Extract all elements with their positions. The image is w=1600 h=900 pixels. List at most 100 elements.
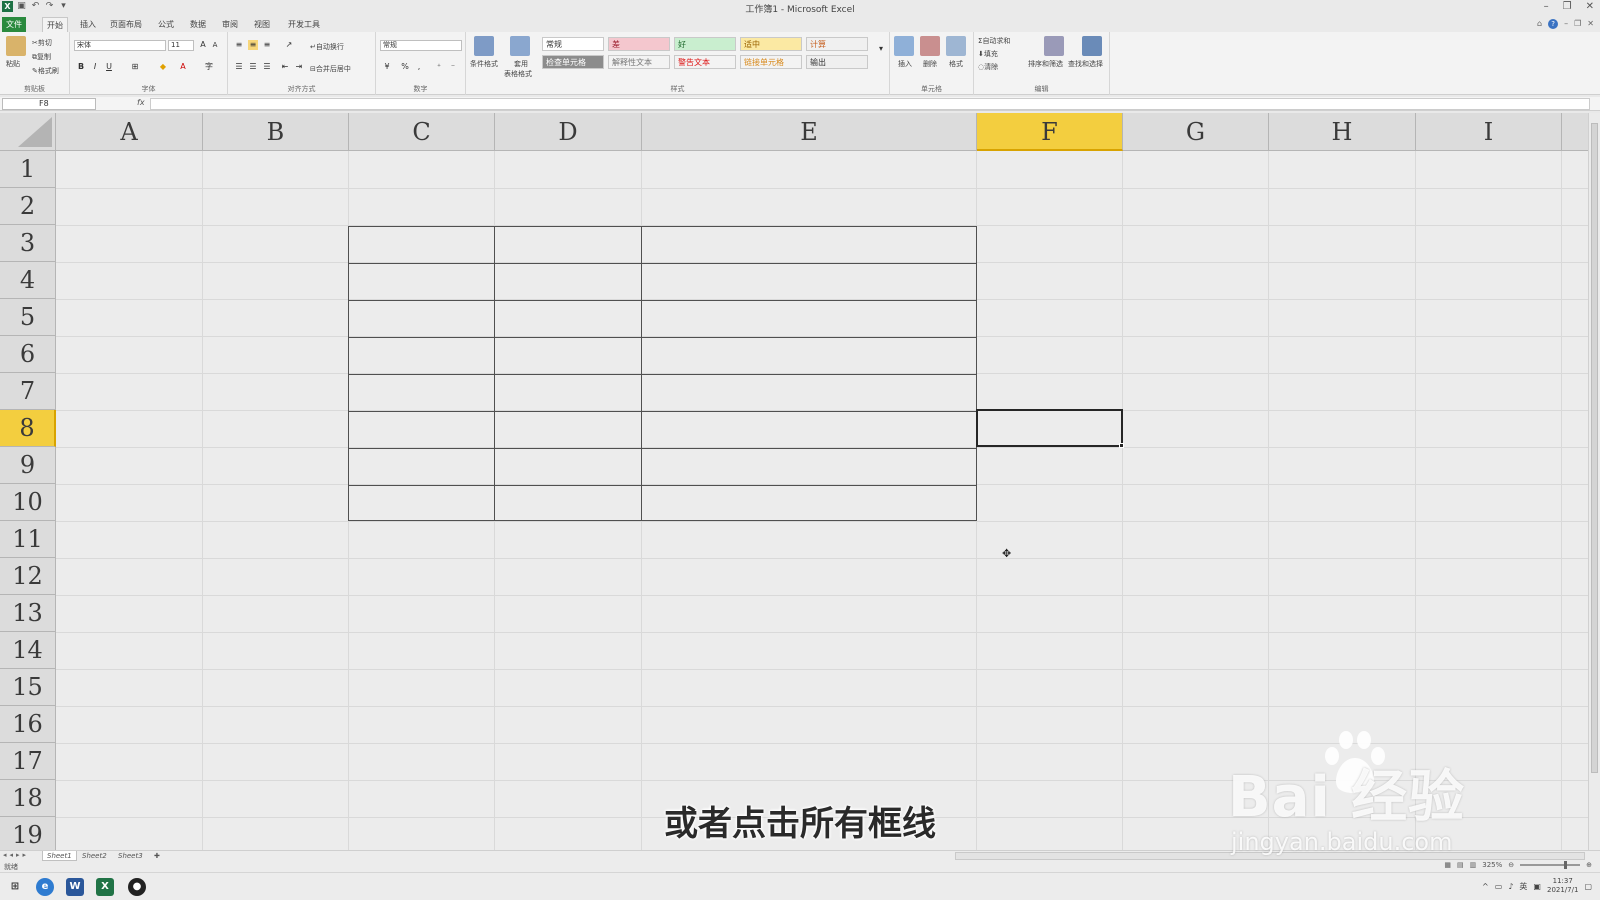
- row-header-5[interactable]: 5: [0, 299, 56, 336]
- sort-filter-icon[interactable]: [1044, 36, 1064, 56]
- cell-style-9[interactable]: 输出: [806, 55, 868, 69]
- help-icon[interactable]: ?: [1548, 19, 1559, 29]
- word-icon[interactable]: W: [66, 878, 84, 896]
- gallery-more-icon[interactable]: ▾: [876, 44, 886, 54]
- tab-file[interactable]: 文件: [2, 17, 26, 32]
- currency-icon[interactable]: ¥: [382, 62, 392, 72]
- table-format-label-2[interactable]: 表格格式: [504, 69, 532, 79]
- cell-style-1[interactable]: 差: [608, 37, 670, 51]
- row-header-6[interactable]: 6: [0, 336, 56, 373]
- font-size-dropdown[interactable]: 11: [168, 40, 194, 51]
- page-break-view-icon[interactable]: ▥: [1470, 861, 1477, 869]
- find-select-label[interactable]: 查找和选择: [1068, 59, 1103, 69]
- tray-chevron-icon[interactable]: ^: [1482, 882, 1489, 891]
- sheet-nav-arrows-icon[interactable]: ◂◂▸▸: [3, 851, 29, 859]
- borders-icon[interactable]: ⊞: [130, 62, 140, 72]
- column-header-h[interactable]: H: [1269, 113, 1416, 151]
- column-header-g[interactable]: G: [1123, 113, 1269, 151]
- insert-label[interactable]: 插入: [898, 59, 912, 69]
- column-header-e[interactable]: E: [642, 113, 977, 151]
- merge-center-button[interactable]: ⊟合并后居中: [310, 64, 351, 74]
- tab-developer[interactable]: 开发工具: [284, 17, 324, 32]
- wrap-text-button[interactable]: ↵自动换行: [310, 42, 344, 52]
- column-header-b[interactable]: B: [203, 113, 349, 151]
- doc-close-icon[interactable]: ✕: [1587, 19, 1594, 29]
- sheet-tab-2[interactable]: Sheet2: [78, 851, 111, 861]
- vertical-scroll-thumb[interactable]: [1591, 123, 1598, 773]
- cell-style-7[interactable]: 警告文本: [674, 55, 736, 69]
- table-format-icon[interactable]: [510, 36, 530, 56]
- align-bottom-icon[interactable]: ≡: [262, 40, 272, 50]
- increase-indent-icon[interactable]: ⇥: [294, 62, 304, 72]
- find-select-icon[interactable]: [1082, 36, 1102, 56]
- recorder-icon[interactable]: ●: [128, 878, 146, 896]
- active-cell-f8[interactable]: [976, 409, 1124, 448]
- delete-label[interactable]: 删除: [923, 59, 937, 69]
- minimize-icon[interactable]: –: [1544, 1, 1549, 12]
- row-header-14[interactable]: 14: [0, 632, 56, 669]
- row-header-10[interactable]: 10: [0, 484, 56, 521]
- format-painter-button[interactable]: ✎格式刷: [32, 66, 59, 76]
- align-top-icon[interactable]: ≡: [234, 40, 244, 50]
- doc-minimize-icon[interactable]: –: [1564, 19, 1568, 29]
- sort-filter-label[interactable]: 排序和筛选: [1028, 59, 1063, 69]
- column-header-f[interactable]: F: [977, 113, 1123, 151]
- cell-style-6[interactable]: 解释性文本: [608, 55, 670, 69]
- row-header-13[interactable]: 13: [0, 595, 56, 632]
- orientation-icon[interactable]: ↗: [284, 40, 294, 50]
- row-header-2[interactable]: 2: [0, 188, 56, 225]
- paste-label[interactable]: 粘贴: [6, 59, 20, 69]
- phonetic-icon[interactable]: 字: [204, 62, 214, 72]
- column-header-d[interactable]: D: [495, 113, 642, 151]
- shrink-font-icon[interactable]: A: [210, 40, 220, 50]
- tab-review[interactable]: 审阅: [218, 17, 242, 32]
- fill-button[interactable]: ⬇填充: [978, 49, 998, 59]
- grow-font-icon[interactable]: A: [198, 40, 208, 50]
- row-header-9[interactable]: 9: [0, 447, 56, 484]
- ime-mode-icon[interactable]: ▣: [1533, 882, 1541, 891]
- italic-button[interactable]: I: [90, 62, 100, 72]
- delete-cells-icon[interactable]: [920, 36, 940, 56]
- column-header-i[interactable]: I: [1416, 113, 1562, 151]
- autosum-button[interactable]: Σ自动求和: [978, 36, 1010, 46]
- conditional-format-label[interactable]: 条件格式: [470, 59, 498, 69]
- row-header-17[interactable]: 17: [0, 743, 56, 780]
- column-header-c[interactable]: C: [349, 113, 495, 151]
- tab-insert[interactable]: 插入: [76, 17, 100, 32]
- row-header-3[interactable]: 3: [0, 225, 56, 262]
- row-header-11[interactable]: 11: [0, 521, 56, 558]
- font-color-icon[interactable]: A: [178, 62, 188, 72]
- cell-style-4[interactable]: 计算: [806, 37, 868, 51]
- tab-data[interactable]: 数据: [186, 17, 210, 32]
- close-icon[interactable]: ✕: [1586, 1, 1594, 12]
- row-header-8[interactable]: 8: [0, 410, 56, 447]
- cut-button[interactable]: ✂剪切: [32, 38, 52, 48]
- windows-start-icon[interactable]: ⊞: [6, 878, 24, 896]
- comma-icon[interactable]: ,: [414, 62, 424, 72]
- cell-style-5[interactable]: 检查单元格: [542, 55, 604, 69]
- align-left-icon[interactable]: ☰: [234, 62, 244, 72]
- zoom-out-icon[interactable]: ⊖: [1508, 861, 1514, 869]
- page-layout-view-icon[interactable]: ▤: [1457, 861, 1464, 869]
- cell-style-3[interactable]: 适中: [740, 37, 802, 51]
- doc-restore-icon[interactable]: ❐: [1574, 19, 1581, 29]
- decrease-decimal-icon[interactable]: ⁻: [448, 62, 458, 72]
- sheet-tab-1[interactable]: Sheet1: [42, 851, 77, 861]
- tab-view[interactable]: 视图: [250, 17, 274, 32]
- row-header-16[interactable]: 16: [0, 706, 56, 743]
- vertical-scrollbar[interactable]: [1588, 113, 1600, 850]
- bold-button[interactable]: B: [76, 62, 86, 72]
- network-icon[interactable]: ▭: [1495, 882, 1503, 891]
- select-all-corner[interactable]: [0, 113, 56, 151]
- format-label[interactable]: 格式: [949, 59, 963, 69]
- zoom-slider[interactable]: [1520, 861, 1581, 869]
- zoom-level[interactable]: 325%: [1482, 861, 1502, 869]
- align-right-icon[interactable]: ☰: [262, 62, 272, 72]
- notification-icon[interactable]: ▢: [1584, 882, 1592, 891]
- column-header-a[interactable]: A: [56, 113, 203, 151]
- align-center-icon[interactable]: ☰: [248, 62, 258, 72]
- restore-icon[interactable]: ❐: [1563, 1, 1572, 12]
- tab-page-layout[interactable]: 页面布局: [106, 17, 146, 32]
- clear-button[interactable]: ◌清除: [978, 62, 998, 72]
- row-header-12[interactable]: 12: [0, 558, 56, 595]
